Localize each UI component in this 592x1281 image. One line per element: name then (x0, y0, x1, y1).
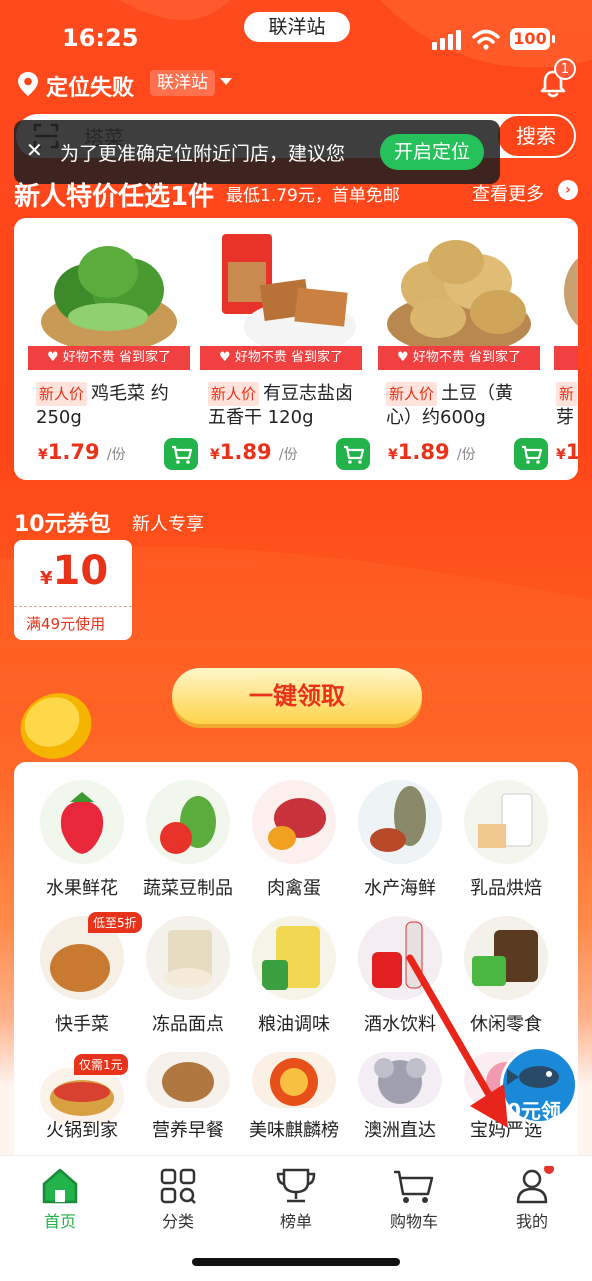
signal-icon (432, 30, 461, 50)
coupon-pack-title: 10元券包 (14, 512, 111, 537)
milk-icon (464, 780, 548, 864)
nav-home-label[interactable]: 首页 (20, 1208, 100, 1232)
product-promo-tag (554, 346, 578, 370)
notification-badge: 1 (554, 58, 576, 80)
nav-me-label[interactable]: 我的 (492, 1208, 572, 1232)
product-price: ¥1.89 /份 (210, 440, 298, 464)
add-to-cart-button[interactable] (336, 438, 370, 470)
cart-icon (394, 1170, 434, 1203)
product-name: 新芽 (556, 382, 578, 430)
enable-location-button[interactable]: 开启定位 (380, 134, 484, 170)
nav-cart-label[interactable]: 购物车 (374, 1208, 454, 1232)
strawberry-icon (40, 780, 124, 864)
claim-all-button[interactable]: 一键领取 (172, 668, 422, 724)
product-image (41, 246, 177, 352)
nav-ranking[interactable] (256, 1166, 336, 1210)
product-price: ¥1.89 /份 (388, 440, 476, 464)
product-promo-tag: ♥ 好物不贵 省到家了 (378, 346, 540, 370)
product-card[interactable]: 新芽 ¥1 (554, 218, 578, 480)
see-more-link[interactable]: 查看更多 (472, 180, 544, 206)
nav-me[interactable] (492, 1164, 572, 1210)
search-button[interactable]: 搜索 (498, 116, 574, 156)
vegetable-icon (146, 780, 230, 864)
product-image (222, 234, 356, 353)
product-promo-tag: ♥ 好物不贵 省到家了 (28, 346, 190, 370)
chevron-down-icon[interactable] (220, 78, 232, 85)
rice-bag-icon (252, 916, 336, 1000)
home-icon (42, 1168, 78, 1204)
dumpling-icon (146, 916, 230, 1000)
coupon-divider (14, 606, 132, 607)
category-promo-tag: 仅需1元 (74, 1054, 128, 1075)
product-name: 新人价 有豆志盐卤五香干 120g (208, 382, 354, 428)
toast-message: 为了更准确定位附近门店，建议您 (60, 143, 346, 165)
add-to-cart-button[interactable] (514, 438, 548, 470)
product-image (564, 258, 578, 326)
chevron-right-icon[interactable]: › (558, 180, 578, 200)
nav-category-label[interactable]: 分类 (138, 1208, 218, 1232)
grid-icon (160, 1168, 196, 1204)
wifi-icon (472, 29, 500, 50)
coupon-condition: 满49元使用 (26, 615, 106, 633)
location-status[interactable]: 定位失败 (46, 70, 134, 102)
section-subtitle: 最低1.79元，首单免邮 (226, 186, 400, 206)
location-pin-icon (18, 72, 38, 96)
cart-icon (522, 445, 543, 464)
annotation-arrow (406, 954, 508, 1128)
product-name: 新人价 土豆（黄心）约600g (386, 382, 514, 428)
station-pill[interactable]: 联洋站 (244, 12, 350, 42)
dragon-icon (252, 1052, 336, 1108)
nav-home[interactable] (20, 1166, 100, 1210)
nav-ranking-label[interactable]: 榜单 (256, 1208, 336, 1232)
product-card[interactable]: ♥ 好物不贵 省到家了 新人价 有豆志盐卤五香干 120g ¥1.89 /份 (200, 218, 370, 480)
category-promo-tag: 低至5折 (88, 912, 142, 933)
product-card[interactable]: ♥ 好物不贵 省到家了 新人价 土豆（黄心）约600g ¥1.89 /份 (378, 218, 548, 480)
bun-icon (146, 1052, 230, 1108)
product-price: ¥1 (556, 440, 578, 464)
product-price: ¥1.79 /份 (38, 440, 126, 464)
coin-icon (20, 693, 92, 759)
section-title: 新人特价任选1件 (14, 182, 215, 212)
nav-category[interactable] (138, 1166, 218, 1210)
close-icon[interactable]: ✕ (26, 138, 43, 162)
meat-icon (252, 780, 336, 864)
product-image (387, 240, 531, 354)
coupon-pack-subtitle: 新人专享 (132, 514, 204, 535)
battery-icon: 100 (510, 28, 555, 50)
user-icon (516, 1164, 554, 1204)
nav-cart[interactable] (374, 1166, 454, 1210)
trophy-icon (276, 1168, 316, 1203)
cart-icon (344, 445, 365, 464)
coupon-amount: ¥10 (40, 548, 109, 594)
product-name: 新人价 鸡毛菜 约250g (36, 382, 169, 428)
location-station-badge[interactable]: 联洋站 (150, 70, 215, 96)
status-time: 16:25 (62, 24, 139, 52)
product-card[interactable]: ♥ 好物不贵 省到家了 新人价 鸡毛菜 约250g ¥1.79 /份 (28, 218, 198, 480)
product-promo-tag: ♥ 好物不贵 省到家了 (200, 346, 362, 370)
fish-icon (358, 780, 442, 864)
cart-icon (172, 445, 193, 464)
add-to-cart-button[interactable] (164, 438, 198, 470)
product-carousel[interactable]: ♥ 好物不贵 省到家了 新人价 鸡毛菜 约250g ¥1.79 /份 ♥ 好物不贵… (14, 218, 578, 480)
home-indicator (192, 1258, 400, 1266)
